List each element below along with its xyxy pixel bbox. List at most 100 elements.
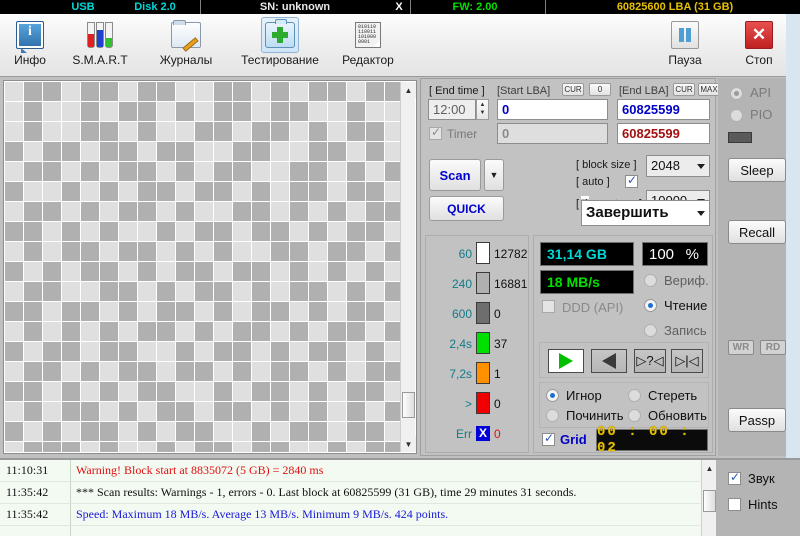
action-radio-repair[interactable] <box>546 409 559 422</box>
wr-indicator[interactable]: WR <box>728 340 754 355</box>
block-cell <box>252 382 270 401</box>
sleep-button[interactable]: Sleep <box>728 158 786 182</box>
scroll-up-icon[interactable]: ▲ <box>401 82 416 98</box>
action-radio-erase[interactable] <box>628 389 641 402</box>
finish-action-select[interactable]: Завершить <box>581 200 710 226</box>
scan-button[interactable]: Scan <box>429 159 481 191</box>
end-lba-cur-button[interactable]: CUR <box>673 83 695 96</box>
quick-button[interactable]: QUICK <box>429 196 504 221</box>
block-cell <box>138 222 156 241</box>
block-cell <box>62 142 80 161</box>
rd-indicator[interactable]: RD <box>760 340 786 355</box>
end-lba-input[interactable]: 60825599 <box>617 99 710 120</box>
legend-swatch-1 <box>476 272 490 294</box>
block-cell <box>5 182 23 201</box>
start-lba-label: [Start LBA] <box>497 85 551 97</box>
log-scroll-up-icon[interactable]: ▲ <box>702 460 716 476</box>
block-size-select[interactable]: 2048 <box>646 155 710 177</box>
mode-radio-verify[interactable] <box>644 274 657 287</box>
block-cell <box>43 262 61 281</box>
log-row[interactable]: 11:10:31 Warning! Block start at 8835072 … <box>0 460 700 482</box>
log-row[interactable]: 11:35:42 Speed: Maximum 18 MB/s. Average … <box>0 504 700 526</box>
block-cell <box>81 162 99 181</box>
action-label-repair: Починить <box>566 408 624 423</box>
mode-radio-write[interactable] <box>644 324 657 337</box>
end-lba-current-input[interactable]: 60825599 <box>617 123 710 144</box>
block-cell <box>157 302 175 321</box>
window-right-scroll-strip[interactable] <box>786 14 800 458</box>
mode-radio-read[interactable] <box>644 299 657 312</box>
block-cell <box>271 282 289 301</box>
api-radio[interactable] <box>730 87 743 100</box>
hints-checkbox[interactable] <box>728 498 741 511</box>
toolbar-button-testing[interactable]: Тестирование <box>232 16 328 74</box>
log-panel[interactable]: 11:10:31 Warning! Block start at 8835072 … <box>0 458 716 536</box>
start-lba-input[interactable]: 0 <box>497 99 608 120</box>
block-cell <box>366 142 384 161</box>
play-reverse-button[interactable] <box>591 349 627 373</box>
block-cell <box>328 122 346 141</box>
block-cell <box>252 402 270 421</box>
block-map-scrollbar[interactable]: ▲ ▼ <box>400 82 416 452</box>
scrollbar-thumb[interactable] <box>402 392 415 418</box>
block-cell <box>24 182 42 201</box>
ddd-api-checkbox[interactable] <box>542 300 555 313</box>
block-cell <box>271 382 289 401</box>
end-time-input[interactable]: 12:00 <box>428 99 476 120</box>
block-cell <box>328 142 346 161</box>
block-cell <box>309 422 327 441</box>
toolbar-button-stop[interactable]: ✕ Стоп <box>732 16 786 74</box>
block-cell <box>138 82 156 101</box>
timer-checkbox[interactable] <box>429 125 442 140</box>
start-lba-zero-button[interactable]: 0 <box>589 83 611 96</box>
action-radio-refresh[interactable] <box>628 409 641 422</box>
legend-swatch-5 <box>476 392 490 414</box>
toolbar-button-smart[interactable]: S.M.A.R.T <box>62 16 138 74</box>
log-row[interactable]: 11:35:42 *** Scan results: Warnings - 1, … <box>0 482 700 504</box>
block-cell <box>214 362 232 381</box>
block-cell <box>385 222 401 241</box>
grid-checkbox[interactable] <box>542 431 555 446</box>
block-cell <box>309 262 327 281</box>
block-cell <box>271 402 289 421</box>
seek-unknown-button[interactable]: ▷?◁ <box>634 349 666 373</box>
pio-radio[interactable] <box>730 109 743 122</box>
action-label-erase: Стереть <box>648 388 698 403</box>
timer-lba-input[interactable]: 0 <box>497 123 608 144</box>
block-cell <box>347 342 365 361</box>
block-map-grid[interactable] <box>5 82 401 452</box>
block-cell <box>157 182 175 201</box>
toolbar-button-info[interactable]: Инфо <box>4 16 56 74</box>
block-cell <box>309 122 327 141</box>
end-lba-max-button[interactable]: MAX <box>698 83 720 96</box>
block-cell <box>62 382 80 401</box>
scan-dropdown-button[interactable]: ▼ <box>484 159 504 191</box>
block-cell <box>290 82 308 101</box>
scroll-down-icon[interactable]: ▼ <box>401 436 416 452</box>
toolbar-button-editor[interactable]: 010110 110011 101000 0001 Редактор <box>332 16 404 74</box>
recall-button[interactable]: Recall <box>728 220 786 244</box>
end-time-spinner[interactable]: ▲ ▼ <box>476 99 489 120</box>
block-cell <box>100 382 118 401</box>
passp-button[interactable]: Passp <box>728 408 786 432</box>
block-legend-panel: 60 12782 240 16881 600 0 2,4s 37 7,2s 1 >0 Err X 0 <box>425 235 529 453</box>
toolbar-label-testing: Тестирование <box>241 53 319 67</box>
block-cell <box>62 442 80 452</box>
seek-end-button[interactable]: ▷|◁ <box>671 349 703 373</box>
block-cell <box>233 82 251 101</box>
play-forward-button[interactable] <box>548 349 584 373</box>
auto-checkbox[interactable] <box>625 173 638 188</box>
bottom-right-options: Звук Hints <box>716 458 800 536</box>
block-cell <box>290 222 308 241</box>
log-scrollbar-thumb[interactable] <box>703 490 716 512</box>
toolbar-button-journals[interactable]: Журналы <box>148 16 224 74</box>
block-cell <box>366 282 384 301</box>
sound-checkbox[interactable] <box>728 470 741 485</box>
action-radio-ignore[interactable] <box>546 389 559 402</box>
block-cell <box>328 202 346 221</box>
start-lba-cur-button[interactable]: CUR <box>562 83 584 96</box>
log-scrollbar[interactable]: ▲ <box>701 460 716 536</box>
legend-swatch-2 <box>476 302 490 324</box>
readout-panel: 31,14 GB 100 % 18 MB/s DDD (API) Вериф. … <box>533 235 713 456</box>
toolbar-button-pause[interactable]: Пауза <box>658 16 712 74</box>
